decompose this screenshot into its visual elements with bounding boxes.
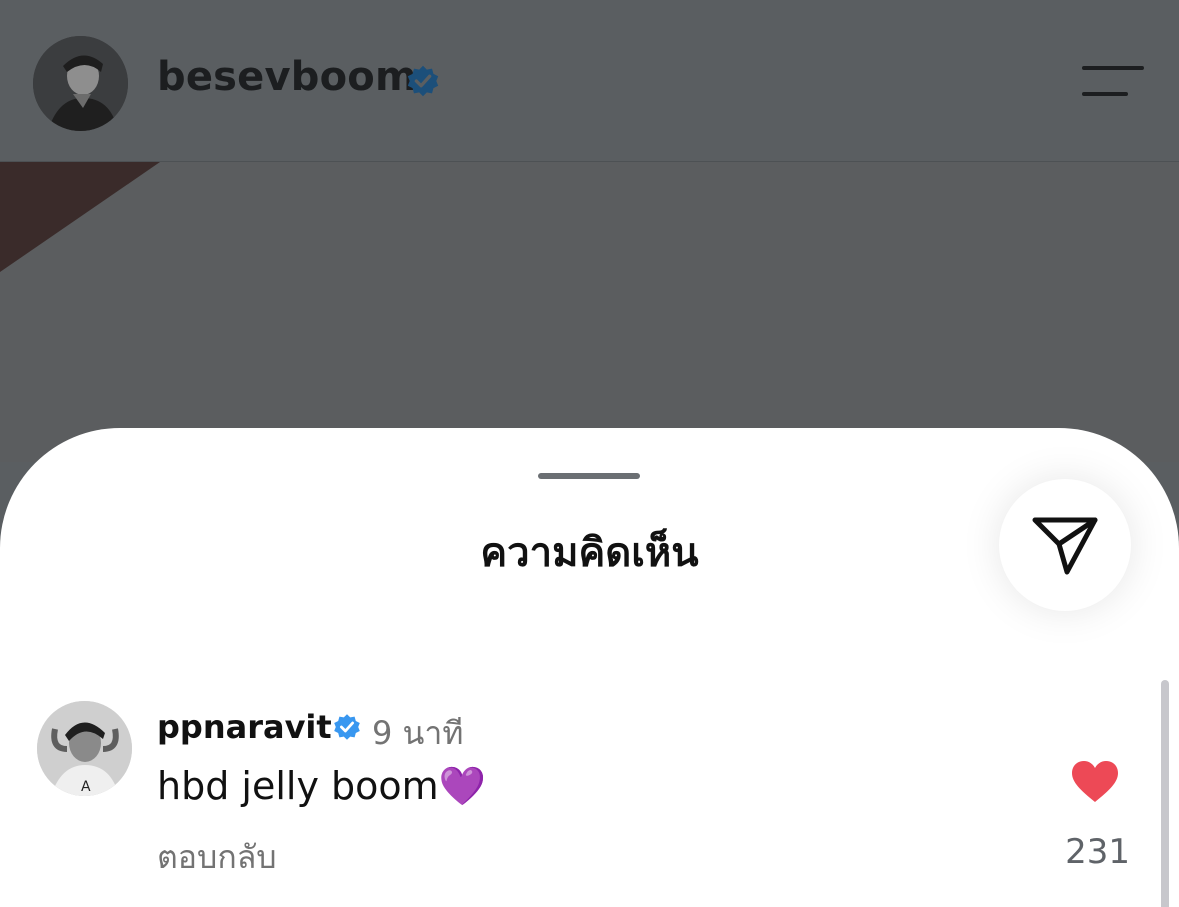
comment-avatar[interactable]: A [37, 701, 132, 796]
like-count: 231 [1065, 832, 1130, 872]
comments-sheet: ความคิดเห็น A ppnaravit 9 นาที hbd jelly… [0, 428, 1179, 907]
svg-text:A: A [81, 779, 91, 795]
profile-header: besevboom [0, 0, 1179, 162]
reply-button[interactable]: ตอบกลับ [157, 832, 277, 883]
send-icon [1032, 517, 1098, 575]
post-image-corner [0, 162, 160, 272]
scrollbar[interactable] [1161, 680, 1169, 907]
verified-badge-icon [407, 65, 439, 97]
profile-username[interactable]: besevboom [157, 54, 417, 100]
comment-text: hbd jelly boom💜 [157, 764, 486, 808]
sheet-grabber[interactable] [538, 473, 640, 479]
verified-badge-icon [334, 714, 360, 740]
profile-avatar[interactable] [33, 36, 128, 131]
comment-username[interactable]: ppnaravit [157, 708, 332, 746]
hamburger-icon[interactable] [1080, 64, 1144, 98]
screen: besevboom ความคิดเห็น A ppnaravit 9 นาที… [0, 0, 1179, 907]
heart-icon[interactable] [1070, 760, 1120, 804]
share-button[interactable] [999, 479, 1131, 611]
comment-timestamp: 9 นาที [372, 714, 464, 752]
post-image [0, 162, 1179, 462]
